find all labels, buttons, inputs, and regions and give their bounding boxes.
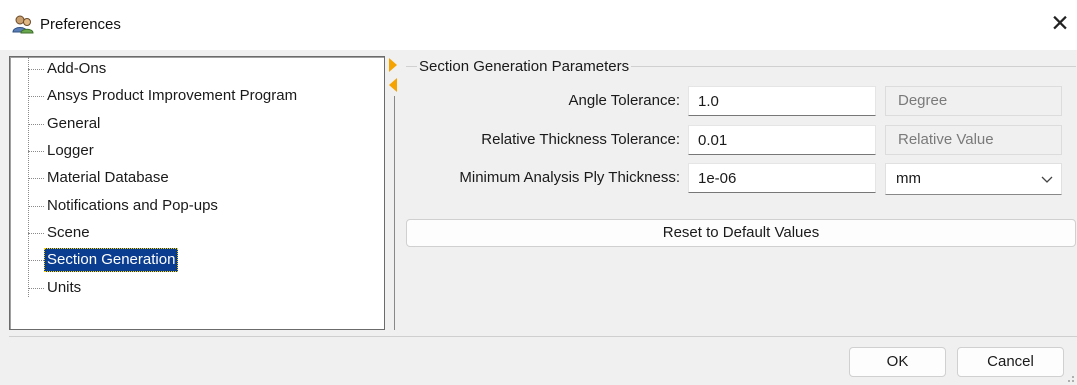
tree-connector (28, 260, 44, 261)
angle-tolerance-input[interactable] (688, 86, 876, 116)
title-bar: Preferences ✕ (0, 0, 1077, 50)
ply-thickness-input[interactable] (688, 163, 876, 193)
tree-item-label: Scene (47, 224, 90, 241)
close-icon[interactable]: ✕ (1043, 7, 1077, 41)
thickness-tolerance-input[interactable] (688, 125, 876, 155)
tree-connector (28, 151, 44, 152)
angle-unit-field: Degree (885, 86, 1062, 116)
tree-connector (28, 96, 44, 97)
group-title: Section Generation Parameters (417, 58, 632, 75)
angle-tolerance-label: Angle Tolerance: (568, 92, 680, 109)
chevron-down-icon (1041, 164, 1053, 205)
window-title: Preferences (40, 16, 121, 33)
cancel-button[interactable]: Cancel (957, 347, 1064, 377)
tree-item-label: General (47, 115, 101, 132)
thickness-tolerance-label: Relative Thickness Tolerance: (481, 131, 680, 148)
resize-grip-icon[interactable] (1065, 373, 1075, 383)
tree-connector (28, 233, 44, 234)
footer-divider (9, 336, 1077, 337)
tree-connector (28, 178, 44, 179)
reset-defaults-button[interactable]: Reset to Default Values (406, 219, 1076, 247)
collapse-left-icon[interactable] (389, 78, 397, 92)
splitter-line (394, 96, 395, 330)
thickness-unit-field: Relative Value (885, 125, 1062, 155)
tree-connector (28, 124, 44, 125)
preferences-tree[interactable]: Add-Ons Ansys Product Improvement Progra… (9, 56, 385, 330)
tree-connector (28, 69, 44, 70)
expand-right-icon[interactable] (389, 58, 397, 72)
tree-item-label: Logger (47, 142, 94, 159)
ply-unit-value: mm (896, 170, 921, 187)
ply-thickness-label: Minimum Analysis Ply Thickness: (459, 169, 680, 186)
tree-item-label: Notifications and Pop-ups (47, 197, 218, 214)
tree-connector (28, 206, 44, 207)
ok-button[interactable]: OK (849, 347, 946, 377)
tree-item-label: Section Generation (44, 248, 179, 272)
tree-guide-line (28, 57, 29, 297)
people-icon (12, 15, 34, 34)
tree-item-label: Add-Ons (47, 60, 107, 77)
tree-item-label: Ansys Product Improvement Program (47, 87, 298, 104)
tree-connector (28, 288, 44, 289)
ply-unit-select[interactable]: mm (885, 163, 1062, 195)
tree-item-label: Units (47, 279, 82, 296)
tree-item-label: Material Database (47, 169, 169, 186)
